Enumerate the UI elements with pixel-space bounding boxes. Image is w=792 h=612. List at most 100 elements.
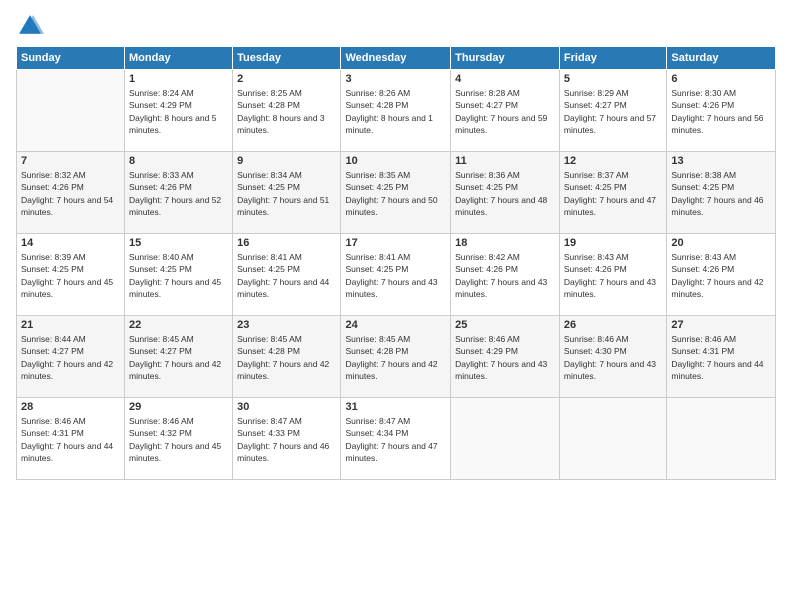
day-number: 18: [455, 237, 555, 249]
calendar-day-cell: 2 Sunrise: 8:25 AMSunset: 4:28 PMDaylight…: [233, 70, 341, 152]
day-number: 2: [237, 73, 336, 85]
calendar-day-cell: 20 Sunrise: 8:43 AMSunset: 4:26 PMDayligh…: [667, 234, 776, 316]
day-info: Sunrise: 8:41 AMSunset: 4:25 PMDaylight:…: [237, 251, 336, 300]
calendar-day-cell: 7 Sunrise: 8:32 AMSunset: 4:26 PMDaylight…: [17, 152, 125, 234]
calendar-day-cell: 14 Sunrise: 8:39 AMSunset: 4:25 PMDayligh…: [17, 234, 125, 316]
calendar-day-cell: 1 Sunrise: 8:24 AMSunset: 4:29 PMDaylight…: [125, 70, 233, 152]
day-info: Sunrise: 8:35 AMSunset: 4:25 PMDaylight:…: [345, 169, 446, 218]
calendar-header-cell: Friday: [559, 47, 666, 70]
calendar-day-cell: 8 Sunrise: 8:33 AMSunset: 4:26 PMDaylight…: [125, 152, 233, 234]
calendar-day-cell: [667, 398, 776, 480]
calendar-day-cell: [17, 70, 125, 152]
calendar-day-cell: 10Sunrise: 8:35 AMSunset: 4:25 PMDayligh…: [341, 152, 451, 234]
calendar-header-cell: Saturday: [667, 47, 776, 70]
day-number: 17: [345, 237, 446, 249]
calendar-day-cell: 3Sunrise: 8:26 AMSunset: 4:28 PMDaylight…: [341, 70, 451, 152]
day-number: 20: [671, 237, 771, 249]
calendar-week-row: 7 Sunrise: 8:32 AMSunset: 4:26 PMDaylight…: [17, 152, 776, 234]
day-info: Sunrise: 8:45 AMSunset: 4:28 PMDaylight:…: [345, 333, 446, 382]
calendar-day-cell: 18 Sunrise: 8:42 AMSunset: 4:26 PMDayligh…: [451, 234, 560, 316]
day-info: Sunrise: 8:38 AMSunset: 4:25 PMDaylight:…: [671, 169, 771, 218]
calendar-day-cell: 9Sunrise: 8:34 AMSunset: 4:25 PMDaylight…: [233, 152, 341, 234]
calendar-day-cell: 16 Sunrise: 8:41 AMSunset: 4:25 PMDayligh…: [233, 234, 341, 316]
calendar-day-cell: 21 Sunrise: 8:44 AMSunset: 4:27 PMDayligh…: [17, 316, 125, 398]
day-info: Sunrise: 8:46 AMSunset: 4:31 PMDaylight:…: [21, 415, 120, 464]
calendar-week-row: 28 Sunrise: 8:46 AMSunset: 4:31 PMDayligh…: [17, 398, 776, 480]
calendar-day-cell: 28 Sunrise: 8:46 AMSunset: 4:31 PMDayligh…: [17, 398, 125, 480]
day-number: 14: [21, 237, 120, 249]
calendar-day-cell: [451, 398, 560, 480]
day-number: 12: [564, 155, 662, 167]
day-number: 21: [21, 319, 120, 331]
day-info: Sunrise: 8:43 AMSunset: 4:26 PMDaylight:…: [671, 251, 771, 300]
calendar-day-cell: 23 Sunrise: 8:45 AMSunset: 4:28 PMDayligh…: [233, 316, 341, 398]
day-info: Sunrise: 8:37 AMSunset: 4:25 PMDaylight:…: [564, 169, 662, 218]
calendar-day-cell: 30 Sunrise: 8:47 AMSunset: 4:33 PMDayligh…: [233, 398, 341, 480]
day-info: Sunrise: 8:40 AMSunset: 4:25 PMDaylight:…: [129, 251, 228, 300]
calendar-day-cell: 13 Sunrise: 8:38 AMSunset: 4:25 PMDayligh…: [667, 152, 776, 234]
day-number: 15: [129, 237, 228, 249]
calendar-day-cell: 19 Sunrise: 8:43 AMSunset: 4:26 PMDayligh…: [559, 234, 666, 316]
day-info: Sunrise: 8:47 AMSunset: 4:34 PMDaylight:…: [345, 415, 446, 464]
day-number: 29: [129, 401, 228, 413]
day-info: Sunrise: 8:39 AMSunset: 4:25 PMDaylight:…: [21, 251, 120, 300]
day-info: Sunrise: 8:46 AMSunset: 4:29 PMDaylight:…: [455, 333, 555, 382]
calendar-day-cell: 31 Sunrise: 8:47 AMSunset: 4:34 PMDayligh…: [341, 398, 451, 480]
calendar-day-cell: 29Sunrise: 8:46 AMSunset: 4:32 PMDayligh…: [125, 398, 233, 480]
calendar-week-row: 21 Sunrise: 8:44 AMSunset: 4:27 PMDayligh…: [17, 316, 776, 398]
day-info: Sunrise: 8:26 AMSunset: 4:28 PMDaylight:…: [345, 87, 446, 136]
logo-icon: [16, 12, 44, 40]
day-number: 30: [237, 401, 336, 413]
day-number: 22: [129, 319, 228, 331]
calendar-day-cell: 4 Sunrise: 8:28 AMSunset: 4:27 PMDaylight…: [451, 70, 560, 152]
day-number: 19: [564, 237, 662, 249]
day-number: 6: [671, 73, 771, 85]
calendar-day-cell: 25 Sunrise: 8:46 AMSunset: 4:29 PMDayligh…: [451, 316, 560, 398]
day-number: 16: [237, 237, 336, 249]
day-info: Sunrise: 8:32 AMSunset: 4:26 PMDaylight:…: [21, 169, 120, 218]
day-number: 13: [671, 155, 771, 167]
day-info: Sunrise: 8:45 AMSunset: 4:28 PMDaylight:…: [237, 333, 336, 382]
calendar-header-cell: Thursday: [451, 47, 560, 70]
day-number: 25: [455, 319, 555, 331]
calendar-header-row: SundayMondayTuesdayWednesdayThursdayFrid…: [17, 47, 776, 70]
calendar: SundayMondayTuesdayWednesdayThursdayFrid…: [16, 46, 776, 480]
day-info: Sunrise: 8:28 AMSunset: 4:27 PMDaylight:…: [455, 87, 555, 136]
calendar-day-cell: 12 Sunrise: 8:37 AMSunset: 4:25 PMDayligh…: [559, 152, 666, 234]
day-info: Sunrise: 8:42 AMSunset: 4:26 PMDaylight:…: [455, 251, 555, 300]
calendar-day-cell: 24Sunrise: 8:45 AMSunset: 4:28 PMDayligh…: [341, 316, 451, 398]
day-info: Sunrise: 8:41 AMSunset: 4:25 PMDaylight:…: [345, 251, 446, 300]
day-info: Sunrise: 8:46 AMSunset: 4:30 PMDaylight:…: [564, 333, 662, 382]
calendar-week-row: 14 Sunrise: 8:39 AMSunset: 4:25 PMDayligh…: [17, 234, 776, 316]
day-number: 27: [671, 319, 771, 331]
day-number: 8: [129, 155, 228, 167]
calendar-day-cell: 5Sunrise: 8:29 AMSunset: 4:27 PMDaylight…: [559, 70, 666, 152]
day-info: Sunrise: 8:33 AMSunset: 4:26 PMDaylight:…: [129, 169, 228, 218]
day-info: Sunrise: 8:25 AMSunset: 4:28 PMDaylight:…: [237, 87, 336, 136]
day-number: 7: [21, 155, 120, 167]
day-number: 1: [129, 73, 228, 85]
day-info: Sunrise: 8:43 AMSunset: 4:26 PMDaylight:…: [564, 251, 662, 300]
day-info: Sunrise: 8:47 AMSunset: 4:33 PMDaylight:…: [237, 415, 336, 464]
calendar-day-cell: [559, 398, 666, 480]
day-number: 31: [345, 401, 446, 413]
day-info: Sunrise: 8:44 AMSunset: 4:27 PMDaylight:…: [21, 333, 120, 382]
calendar-day-cell: 22 Sunrise: 8:45 AMSunset: 4:27 PMDayligh…: [125, 316, 233, 398]
day-number: 23: [237, 319, 336, 331]
day-number: 11: [455, 155, 555, 167]
calendar-day-cell: 11Sunrise: 8:36 AMSunset: 4:25 PMDayligh…: [451, 152, 560, 234]
calendar-header-cell: Monday: [125, 47, 233, 70]
day-number: 28: [21, 401, 120, 413]
calendar-day-cell: 6 Sunrise: 8:30 AMSunset: 4:26 PMDaylight…: [667, 70, 776, 152]
day-info: Sunrise: 8:45 AMSunset: 4:27 PMDaylight:…: [129, 333, 228, 382]
day-info: Sunrise: 8:24 AMSunset: 4:29 PMDaylight:…: [129, 87, 228, 136]
calendar-week-row: 1 Sunrise: 8:24 AMSunset: 4:29 PMDaylight…: [17, 70, 776, 152]
calendar-header-cell: Tuesday: [233, 47, 341, 70]
day-info: Sunrise: 8:30 AMSunset: 4:26 PMDaylight:…: [671, 87, 771, 136]
day-number: 9: [237, 155, 336, 167]
day-number: 4: [455, 73, 555, 85]
calendar-day-cell: 15 Sunrise: 8:40 AMSunset: 4:25 PMDayligh…: [125, 234, 233, 316]
calendar-header-cell: Sunday: [17, 47, 125, 70]
calendar-day-cell: 27Sunrise: 8:46 AMSunset: 4:31 PMDayligh…: [667, 316, 776, 398]
logo: [16, 12, 48, 40]
